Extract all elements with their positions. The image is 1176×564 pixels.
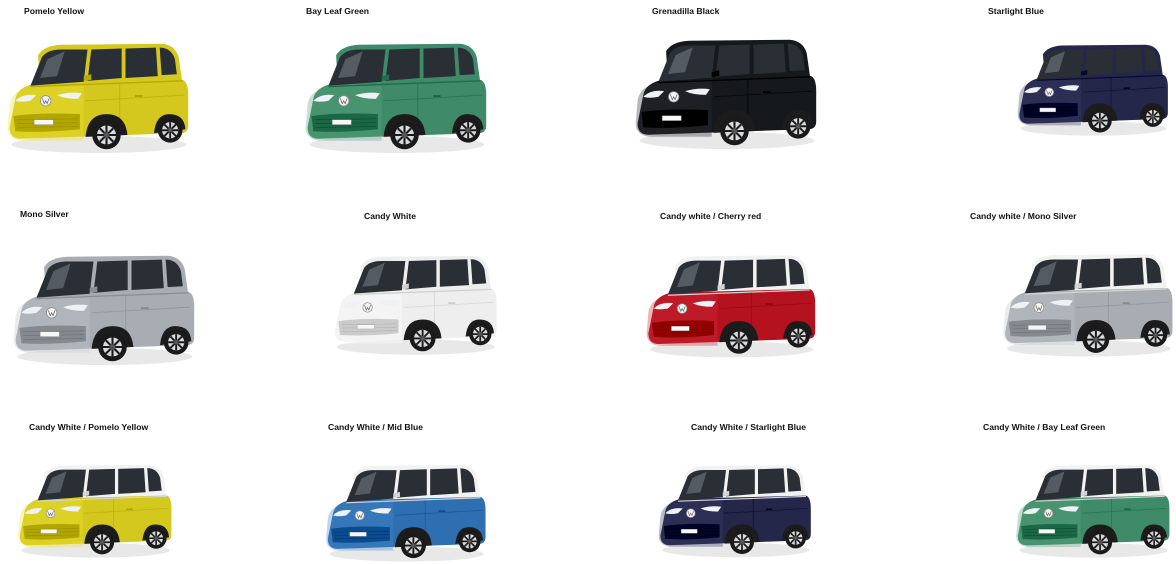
- color-option-candy-white-bay-leaf-green[interactable]: Candy White / Bay Leaf Green: [882, 372, 1176, 558]
- color-label: Candy White: [364, 211, 417, 221]
- van-image: [640, 250, 820, 360]
- van-image: [318, 460, 492, 564]
- van-image: [998, 248, 1176, 360]
- color-option-candy-white-cherry-red[interactable]: Candy white / Cherry red: [588, 186, 882, 372]
- color-label: Candy White / Mid Blue: [328, 422, 424, 432]
- color-option-mono-silver[interactable]: Mono Silver: [0, 186, 294, 372]
- color-option-candy-white[interactable]: Candy White: [294, 186, 588, 372]
- color-option-candy-white-starlight-blue[interactable]: Candy White / Starlight Blue: [588, 372, 882, 558]
- van-image: [8, 250, 198, 368]
- color-option-bay-leaf-green[interactable]: Bay Leaf Green: [294, 0, 588, 186]
- color-label: Mono Silver: [20, 209, 69, 219]
- color-option-pomelo-yellow[interactable]: Pomelo Yellow: [0, 0, 294, 186]
- color-label: Bay Leaf Green: [306, 6, 370, 16]
- color-label: Pomelo Yellow: [24, 6, 85, 16]
- color-label: Starlight Blue: [988, 6, 1044, 16]
- color-option-candy-white-mid-blue[interactable]: Candy White / Mid Blue: [294, 372, 588, 562]
- color-option-candy-white-pomelo-yellow[interactable]: Candy White / Pomelo Yellow: [0, 372, 294, 558]
- color-label: Candy White / Starlight Blue: [691, 422, 807, 432]
- van-image: [630, 34, 820, 152]
- color-label: Candy White / Bay Leaf Green: [983, 422, 1106, 432]
- van-image: [2, 38, 192, 156]
- color-label: Grenadilla Black: [652, 6, 720, 16]
- van-image: [300, 38, 490, 156]
- van-image: [654, 460, 814, 560]
- color-option-grenadilla-black[interactable]: Grenadilla Black: [588, 0, 882, 186]
- color-option-starlight-blue[interactable]: Starlight Blue: [882, 0, 1176, 186]
- van-image: [1010, 460, 1174, 560]
- color-swatch-grid: Pomelo Yellow Bay Leaf Green Grenadilla …: [0, 0, 1176, 562]
- color-label: Candy white / Mono Silver: [970, 211, 1077, 221]
- van-image: [1012, 40, 1172, 138]
- color-label: Candy white / Cherry red: [660, 211, 762, 221]
- van-image: [328, 250, 500, 358]
- van-image: [12, 460, 176, 560]
- color-label: Candy White / Pomelo Yellow: [29, 422, 149, 432]
- color-option-candy-white-mono-silver[interactable]: Candy white / Mono Silver: [882, 186, 1176, 372]
